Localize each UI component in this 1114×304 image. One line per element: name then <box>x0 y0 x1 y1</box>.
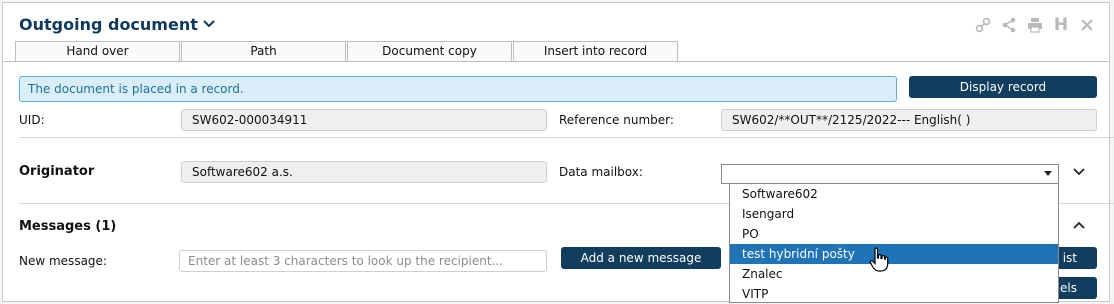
outgoing-document-panel: Outgoing document H Hand over Path Docum… <box>2 2 1114 303</box>
close-icon[interactable] <box>1077 15 1097 35</box>
uid-field: SW602-000034911 <box>181 109 547 131</box>
select-arrow-icon <box>1044 171 1052 176</box>
dropdown-option[interactable]: Isengard <box>730 204 1058 224</box>
data-mailbox-select[interactable] <box>721 164 1059 184</box>
tab-divider <box>4 61 1108 62</box>
page-title: Outgoing document <box>19 15 198 34</box>
partial-button-1-label: ist <box>1062 251 1077 265</box>
toolbar-icons: H <box>973 15 1097 35</box>
info-message: The document is placed in a record. <box>19 76 897 102</box>
partial-button-2-label: els <box>1060 281 1077 295</box>
recipient-search-field[interactable] <box>180 251 546 271</box>
originator-field: Software602 a.s. <box>181 161 547 183</box>
dropdown-option[interactable]: Znalec <box>730 264 1058 284</box>
data-mailbox-label: Data mailbox: <box>559 165 643 179</box>
reference-number-label: Reference number: <box>559 113 674 127</box>
link-icon[interactable] <box>973 15 993 35</box>
dropdown-option[interactable]: VITP <box>730 284 1058 304</box>
data-mailbox-dropdown: Software602 Isengard PO test hybridní po… <box>729 183 1059 303</box>
messages-chevron-up-icon[interactable] <box>1071 218 1087 234</box>
title-chevron-down-icon[interactable] <box>199 13 219 33</box>
dropdown-option[interactable]: Software602 <box>730 184 1058 204</box>
tab-hand-over[interactable]: Hand over <box>15 41 180 61</box>
tab-path[interactable]: Path <box>181 41 346 61</box>
h-icon[interactable]: H <box>1051 15 1071 35</box>
originator-label: Originator <box>19 164 95 179</box>
uid-label: UID: <box>19 113 45 127</box>
print-icon[interactable] <box>1025 15 1045 35</box>
messages-header: Messages (1) <box>19 219 117 234</box>
dropdown-option-highlighted[interactable]: test hybridní pošty <box>730 244 1058 264</box>
originator-chevron-down-icon[interactable] <box>1071 163 1087 179</box>
tab-document-copy[interactable]: Document copy <box>347 41 512 61</box>
divider <box>19 137 1114 138</box>
add-new-message-button[interactable]: Add a new message <box>561 247 721 269</box>
reference-number-field: SW602/**OUT**/2125/2022--- English( ) <box>721 109 1097 131</box>
dropdown-option[interactable]: PO <box>730 224 1058 244</box>
display-record-button[interactable]: Display record <box>909 76 1097 98</box>
tab-insert-into-record[interactable]: Insert into record <box>513 41 678 61</box>
tab-bar: Hand over Path Document copy Insert into… <box>15 41 679 61</box>
share-icon[interactable] <box>999 15 1019 35</box>
new-message-label: New message: <box>19 254 107 268</box>
hand-cursor-icon <box>869 247 889 273</box>
recipient-search-input[interactable] <box>179 250 547 272</box>
